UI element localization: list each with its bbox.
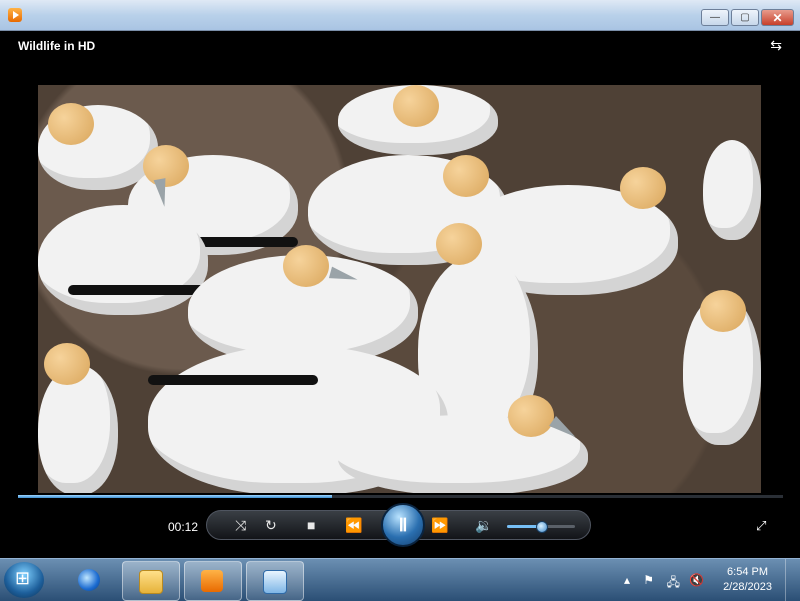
bird-9-wingtip bbox=[148, 375, 318, 385]
clock-date: 2/28/2023 bbox=[723, 581, 772, 593]
pause-icon: Ⅱ bbox=[398, 515, 408, 535]
start-orb[interactable] bbox=[4, 562, 44, 598]
close-icon: ✕ bbox=[772, 11, 783, 25]
taskbar-internet-explorer[interactable] bbox=[62, 561, 118, 599]
repeat-button[interactable]: ↻ bbox=[265, 517, 277, 533]
pause-button[interactable]: Ⅱ bbox=[381, 503, 425, 547]
bird-13 bbox=[703, 140, 761, 240]
bird-6 bbox=[38, 205, 208, 315]
volume-button[interactable]: 🔉 bbox=[475, 517, 492, 533]
bird-1-head bbox=[48, 103, 94, 145]
show-hidden-icons-icon[interactable]: ▴ bbox=[624, 573, 630, 587]
media-player-window: — ▢ ✕ Wildlife in HD ⇆ 00:12 ⤨ ↻ ■ ⏪ Ⅱ ⏩… bbox=[0, 0, 800, 558]
media-player-icon bbox=[201, 570, 223, 592]
taskbar-windows-media-player[interactable] bbox=[184, 561, 242, 601]
minimize-button[interactable]: — bbox=[701, 9, 729, 26]
network-disconnected-icon[interactable]: 🖧 bbox=[667, 573, 680, 594]
elapsed-time: 00:12 bbox=[168, 520, 199, 534]
bird-11-head bbox=[508, 395, 554, 437]
title-bar[interactable]: — ▢ ✕ bbox=[0, 0, 800, 31]
bird-8-head bbox=[436, 223, 482, 265]
bird-5-head bbox=[620, 167, 666, 209]
folder-icon bbox=[139, 570, 163, 594]
stop-icon: ■ bbox=[307, 517, 316, 533]
taskbar-control-panel[interactable] bbox=[246, 561, 304, 601]
bird-3-head bbox=[393, 85, 439, 127]
bird-7-head bbox=[283, 245, 329, 287]
internet-explorer-icon bbox=[78, 569, 100, 591]
close-button[interactable]: ✕ bbox=[761, 9, 794, 26]
stop-button[interactable]: ■ bbox=[307, 517, 315, 533]
volume-knob[interactable] bbox=[536, 521, 548, 533]
seek-bar[interactable] bbox=[18, 495, 783, 498]
previous-icon: ⏪ bbox=[345, 517, 363, 533]
taskbar-file-explorer[interactable] bbox=[122, 561, 180, 601]
previous-button[interactable]: ⏪ bbox=[345, 517, 362, 533]
maximize-button[interactable]: ▢ bbox=[731, 9, 759, 26]
bird-10 bbox=[38, 365, 118, 493]
taskbar-clock[interactable]: 6:54 PM 2/28/2023 bbox=[723, 565, 772, 595]
switch-to-library-icon[interactable]: ⇆ bbox=[770, 37, 782, 54]
clock-time: 6:54 PM bbox=[727, 566, 769, 578]
bird-10-head bbox=[44, 343, 90, 385]
next-button[interactable]: ⏩ bbox=[431, 517, 448, 533]
volume-icon: 🔉 bbox=[475, 517, 493, 533]
repeat-icon: ↻ bbox=[265, 517, 277, 533]
seek-bar-fill bbox=[18, 495, 332, 498]
control-panel-icon bbox=[263, 570, 287, 594]
window-controls: — ▢ ✕ bbox=[699, 9, 794, 26]
show-desktop-button[interactable] bbox=[785, 559, 800, 601]
video-title: Wildlife in HD bbox=[18, 39, 96, 53]
next-icon: ⏩ bbox=[431, 517, 449, 533]
fullscreen-icon[interactable]: ⤢ bbox=[756, 518, 766, 534]
shuffle-icon: ⤨ bbox=[235, 517, 247, 533]
media-player-app-icon[interactable] bbox=[8, 8, 22, 22]
minimize-icon: — bbox=[710, 12, 720, 23]
volume-muted-icon[interactable]: 🔇 bbox=[689, 573, 704, 587]
taskbar: ▴ ⚑ 🖧 🔇 6:54 PM 2/28/2023 bbox=[0, 558, 800, 601]
bird-12-head bbox=[700, 290, 746, 332]
bird-4-head bbox=[443, 155, 489, 197]
maximize-icon: ▢ bbox=[740, 12, 750, 23]
shuffle-button[interactable]: ⤨ bbox=[235, 517, 246, 533]
video-frame[interactable] bbox=[38, 85, 761, 493]
action-center-flag-icon[interactable]: ⚑ bbox=[643, 573, 654, 587]
bird-6-wingtip bbox=[68, 285, 208, 295]
playback-controls: ⤨ ↻ ■ ⏪ Ⅱ ⏩ 🔉 bbox=[206, 503, 591, 547]
volume-slider[interactable] bbox=[507, 521, 575, 533]
